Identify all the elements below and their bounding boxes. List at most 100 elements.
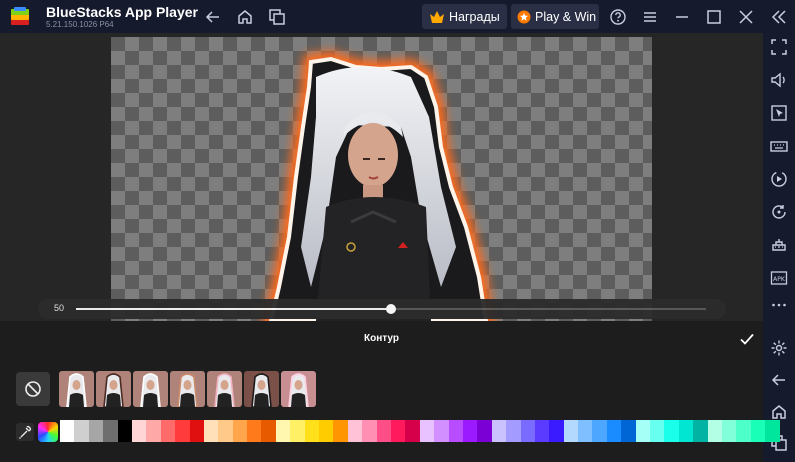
color-swatch[interactable] [275, 420, 291, 442]
macro-play-icon[interactable] [770, 170, 788, 188]
color-swatch[interactable] [103, 420, 118, 442]
menu-icon[interactable] [641, 8, 659, 26]
color-swatch[interactable] [203, 420, 219, 442]
outline-style-white[interactable] [133, 371, 168, 407]
help-icon[interactable] [609, 8, 627, 26]
color-swatch[interactable] [131, 420, 147, 442]
outline-preview-icon [288, 373, 309, 407]
close-icon[interactable] [737, 8, 755, 26]
color-swatch[interactable] [592, 420, 607, 442]
color-swatch[interactable] [765, 420, 780, 442]
play-win-label: Play & Win [535, 9, 597, 24]
color-swatch[interactable] [333, 420, 348, 442]
color-swatch[interactable] [448, 420, 463, 442]
minimize-icon[interactable] [673, 8, 691, 26]
play-win-button[interactable]: Play & Win [511, 4, 599, 29]
outline-preview-icon [177, 373, 198, 407]
cursor-icon[interactable] [770, 104, 788, 122]
color-wheel-button[interactable] [38, 422, 58, 442]
subject-image [262, 50, 495, 321]
color-swatch[interactable] [146, 420, 161, 442]
color-swatch[interactable] [721, 420, 737, 442]
slider-thumb[interactable] [386, 304, 396, 314]
transparent-canvas[interactable] [111, 37, 652, 321]
color-swatch[interactable] [319, 420, 334, 442]
color-swatch[interactable] [678, 420, 694, 442]
outline-style-none[interactable] [59, 371, 94, 407]
outline-style-dark[interactable] [96, 371, 131, 407]
back-icon[interactable] [770, 371, 788, 389]
color-swatch[interactable] [434, 420, 449, 442]
color-swatch[interactable] [390, 420, 406, 442]
color-swatch[interactable] [693, 420, 708, 442]
color-swatch[interactable] [60, 420, 75, 442]
color-swatch[interactable] [506, 420, 521, 442]
outline-style-black[interactable] [244, 371, 279, 407]
color-swatch[interactable] [621, 420, 636, 442]
volume-icon[interactable] [770, 71, 788, 89]
app-version: 5.21.150.1026 P64 [46, 20, 114, 29]
outline-width-slider[interactable]: 50 [38, 299, 726, 319]
color-swatch[interactable] [347, 420, 363, 442]
no-outline-button[interactable] [16, 372, 50, 406]
confirm-check-icon[interactable] [739, 331, 755, 347]
panel-title: Контур [364, 333, 399, 344]
slider-track[interactable] [76, 304, 706, 314]
color-swatch[interactable] [578, 420, 593, 442]
rewards-label: Награды [449, 9, 500, 24]
color-swatch[interactable] [462, 420, 478, 442]
apk-install-icon[interactable]: APK [770, 269, 788, 287]
color-swatch[interactable] [650, 420, 665, 442]
home-icon[interactable] [236, 8, 254, 26]
rewards-button[interactable]: Награды [422, 4, 507, 29]
crown-icon [430, 10, 444, 23]
keyboard-icon[interactable] [770, 137, 788, 155]
color-swatch[interactable] [247, 420, 262, 442]
color-swatch[interactable] [74, 420, 89, 442]
color-swatch[interactable] [736, 420, 751, 442]
outline-style-pink[interactable] [207, 371, 242, 407]
eyedropper-icon[interactable] [16, 423, 34, 441]
settings-icon[interactable] [770, 339, 788, 357]
outline-style-brown[interactable] [170, 371, 205, 407]
color-swatch[interactable] [304, 420, 320, 442]
fullscreen-icon[interactable] [770, 38, 788, 56]
color-swatch[interactable] [707, 420, 722, 442]
color-swatch[interactable] [290, 420, 305, 442]
collapse-sidebar-icon[interactable] [770, 8, 788, 26]
back-arrow-icon[interactable] [204, 8, 222, 26]
color-swatch[interactable] [563, 420, 579, 442]
color-swatch[interactable] [362, 420, 377, 442]
color-swatch[interactable] [218, 420, 233, 442]
color-swatch[interactable] [534, 420, 550, 442]
rotate-icon[interactable] [770, 203, 788, 221]
outline-preview-icon [214, 373, 235, 407]
slider-value: 50 [54, 303, 65, 313]
color-swatch[interactable] [477, 420, 492, 442]
color-swatch[interactable] [520, 420, 535, 442]
color-swatch[interactable] [606, 420, 622, 442]
color-swatch[interactable] [635, 420, 651, 442]
color-swatch[interactable] [160, 420, 176, 442]
color-swatch[interactable] [405, 420, 420, 442]
color-swatch[interactable] [261, 420, 276, 442]
outline-style-pink-light[interactable] [281, 371, 316, 407]
color-swatch[interactable] [88, 420, 104, 442]
color-swatch[interactable] [549, 420, 564, 442]
color-swatch[interactable] [175, 420, 190, 442]
color-swatch[interactable] [117, 420, 132, 442]
more-icon[interactable] [770, 296, 788, 314]
color-swatch[interactable] [664, 420, 679, 442]
title-bar: BlueStacks App Player 5.21.150.1026 P64 … [0, 0, 795, 33]
color-swatch[interactable] [491, 420, 507, 442]
color-swatch[interactable] [419, 420, 435, 442]
color-swatch[interactable] [232, 420, 248, 442]
android-home-icon[interactable] [770, 403, 788, 421]
multi-instance-icon[interactable] [268, 8, 286, 26]
color-swatch[interactable] [189, 420, 204, 442]
gamepad-icon[interactable] [770, 236, 788, 254]
color-swatch[interactable] [750, 420, 766, 442]
color-palette [60, 420, 780, 442]
color-swatch[interactable] [376, 420, 391, 442]
maximize-icon[interactable] [705, 8, 723, 26]
